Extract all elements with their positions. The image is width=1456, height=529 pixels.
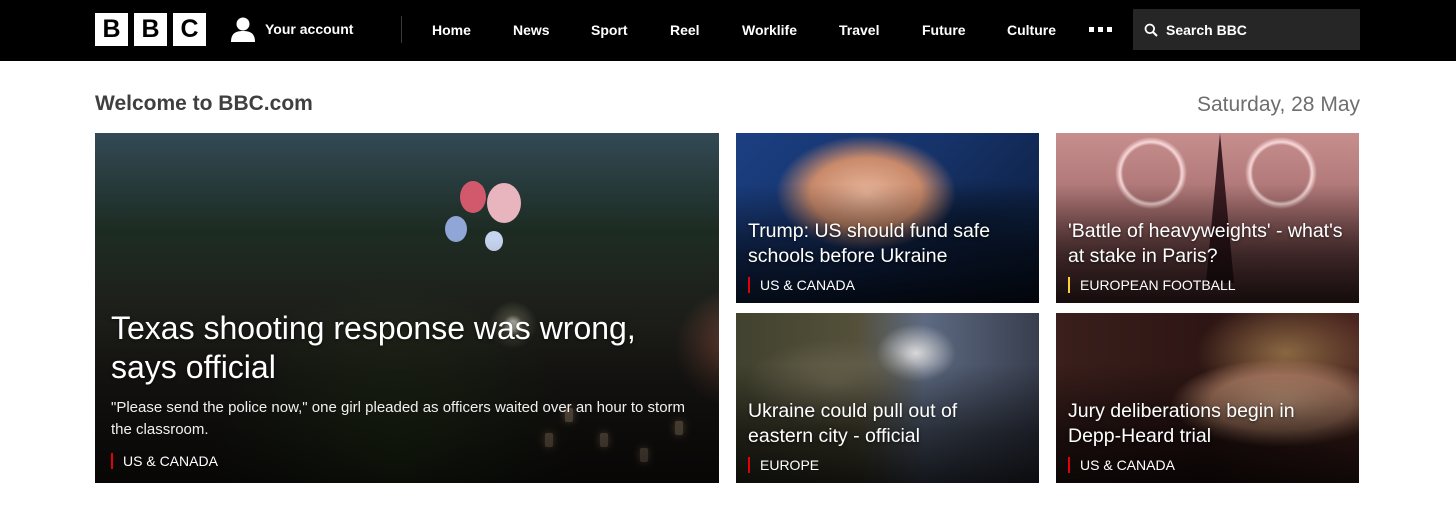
nav-culture[interactable]: Culture xyxy=(1007,0,1056,61)
story-card-depp-heard[interactable]: Jury deliberations begin in Depp-Heard t… xyxy=(1056,313,1359,483)
story-headline[interactable]: 'Battle of heavyweights' - what's at sta… xyxy=(1068,219,1347,269)
main-story-card[interactable]: Texas shooting response was wrong, says … xyxy=(95,133,719,483)
nav-worklife[interactable]: Worklife xyxy=(742,0,797,61)
story-text: Texas shooting response was wrong, says … xyxy=(111,309,695,469)
header-divider xyxy=(401,16,402,43)
story-headline[interactable]: Ukraine could pull out of eastern city -… xyxy=(748,399,1027,449)
nav-news[interactable]: News xyxy=(513,0,550,61)
story-headline[interactable]: Texas shooting response was wrong, says … xyxy=(111,309,695,387)
search-placeholder: Search BBC xyxy=(1166,21,1247,38)
story-headline[interactable]: Trump: US should fund safe schools befor… xyxy=(748,219,1027,269)
story-text: Jury deliberations begin in Depp-Heard t… xyxy=(1068,399,1347,473)
top-navigation-bar: B B C Your account Home News Sport Reel … xyxy=(0,0,1456,61)
ellipsis-icon xyxy=(1089,27,1094,32)
story-card-trump[interactable]: Trump: US should fund safe schools befor… xyxy=(736,133,1039,303)
ellipsis-icon xyxy=(1098,27,1103,32)
story-section-tag[interactable]: EUROPEAN FOOTBALL xyxy=(1068,277,1347,293)
logo-letter: B xyxy=(134,13,167,46)
story-card-ukraine[interactable]: Ukraine could pull out of eastern city -… xyxy=(736,313,1039,483)
account-link[interactable]: Your account xyxy=(230,15,353,43)
account-label: Your account xyxy=(265,21,354,37)
story-section-tag[interactable]: EUROPE xyxy=(748,457,1027,473)
logo-letter: B xyxy=(95,13,128,46)
nav-sport[interactable]: Sport xyxy=(591,0,628,61)
logo-letter: C xyxy=(173,13,206,46)
story-text: Trump: US should fund safe schools befor… xyxy=(748,219,1027,293)
story-text: 'Battle of heavyweights' - what's at sta… xyxy=(1068,219,1347,293)
current-date: Saturday, 28 May xyxy=(1196,93,1360,116)
story-section-tag[interactable]: US & CANADA xyxy=(1068,457,1347,473)
search-icon xyxy=(1144,23,1158,37)
nav-home[interactable]: Home xyxy=(432,0,471,61)
story-card-paris[interactable]: 'Battle of heavyweights' - what's at sta… xyxy=(1056,133,1359,303)
page-title: Welcome to BBC.com xyxy=(95,92,313,115)
nav-future[interactable]: Future xyxy=(922,0,966,61)
nav-reel[interactable]: Reel xyxy=(670,0,700,61)
ellipsis-icon xyxy=(1107,27,1112,32)
story-section-tag[interactable]: US & CANADA xyxy=(748,277,1027,293)
more-menu-button[interactable] xyxy=(1089,27,1112,32)
story-text: Ukraine could pull out of eastern city -… xyxy=(748,399,1027,473)
user-icon xyxy=(231,17,255,42)
story-summary: "Please send the police now," one girl p… xyxy=(111,399,686,438)
nav-travel[interactable]: Travel xyxy=(839,0,879,61)
story-headline[interactable]: Jury deliberations begin in Depp-Heard t… xyxy=(1068,399,1347,449)
search-input[interactable]: Search BBC xyxy=(1133,9,1360,50)
story-section-tag[interactable]: US & CANADA xyxy=(111,453,695,469)
bbc-logo[interactable]: B B C xyxy=(95,13,206,46)
